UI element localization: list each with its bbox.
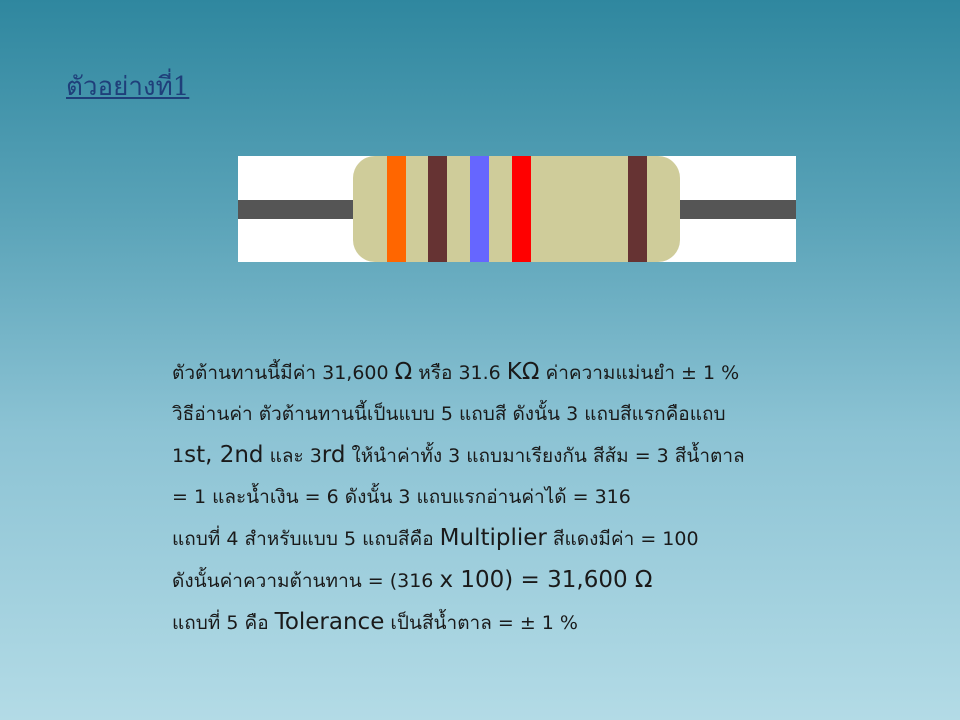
resistor-lead-right [674,200,796,219]
text-line-4: = 1 และน้ำเงิน = 6 ดังนั้น 3 แถบแรกอ่านค… [172,486,631,508]
color-band-blue [470,156,489,262]
color-band-brown-1 [428,156,447,262]
text-line-3: 1st, 2nd และ 3rd ให้นำค่าทั้ง 3 แถบมาเรี… [172,442,745,468]
resistor-illustration [238,156,796,262]
text-line-5: แถบที่ 4 สำหรับแบบ 5 แถบสีคือ Multiplier… [172,525,699,551]
explanation-text: ตัวต้านทานนี้มีค่า 31,600 Ω หรือ 31.6 KΩ… [172,352,902,644]
text-line-2: วิธีอ่านค่า ตัวต้านทานนี้เป็นแบบ 5 แถบสี… [172,403,726,425]
resistor-body [353,156,680,262]
color-band-orange [387,156,406,262]
resistor-lead-left [238,200,358,219]
color-band-red [512,156,531,262]
text-line-7: แถบที่ 5 คือ Tolerance เป็นสีน้ำตาล = ± … [172,609,578,635]
text-line-6: ดังนั้นค่าความต้านทาน = (316 x 100) = 31… [172,567,653,593]
slide-title: ตัวอย่างที่1 [66,72,190,102]
text-line-1: ตัวต้านทานนี้มีค่า 31,600 Ω หรือ 31.6 KΩ… [172,359,740,385]
color-band-brown-2 [628,156,647,262]
